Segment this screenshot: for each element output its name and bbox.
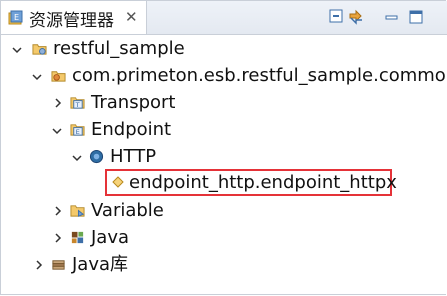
tree-item-transport[interactable]: T Transport (1, 90, 447, 116)
project-folder-icon (32, 44, 47, 55)
chevron-down-icon[interactable] (72, 153, 82, 163)
tree-item-label: Java (91, 227, 130, 248)
chevron-right-icon[interactable] (53, 206, 63, 216)
maximize-icon[interactable] (407, 8, 425, 26)
tab-explorer[interactable]: E 资源管理器 ✕ (1, 1, 147, 34)
chevron-right-icon[interactable] (53, 98, 63, 108)
http-icon (89, 149, 104, 164)
tree-item-label: Transport (91, 92, 176, 113)
java-package-icon (71, 231, 84, 244)
tree-item-endpoint[interactable]: E Endpoint (1, 117, 447, 143)
close-icon[interactable]: ✕ (125, 8, 138, 26)
chevron-down-icon[interactable] (32, 72, 42, 82)
chevron-right-icon[interactable] (53, 233, 63, 243)
explorer-view: E 资源管理器 ✕ restful_sample com.primeton.es… (0, 0, 447, 295)
collapse-all-icon[interactable] (328, 8, 346, 26)
tree-item-label: Endpoint (91, 119, 172, 140)
minimize-icon[interactable] (383, 8, 401, 26)
variable-folder-icon (70, 205, 85, 217)
tree-item-label: restful_sample (53, 38, 185, 59)
tab-title: 资源管理器 (29, 11, 114, 31)
tree-item-label: com.primeton.esb.restful_sample.common (72, 65, 447, 86)
explorer-icon: E (8, 10, 23, 25)
svg-text:E: E (14, 13, 19, 22)
chevron-down-icon[interactable] (12, 45, 22, 55)
chevron-right-icon[interactable] (34, 260, 44, 270)
endpoint-icon: E (70, 124, 85, 136)
tree-item-variable[interactable]: Variable (1, 198, 447, 224)
java-library-icon (52, 260, 65, 270)
tree-item-java[interactable]: Java (1, 225, 447, 251)
svg-text:E: E (76, 128, 80, 136)
tree-item-restful-sample[interactable]: restful_sample (1, 36, 447, 62)
tree-item-label: Java库 (72, 254, 129, 275)
endpoint-file-icon (112, 176, 124, 188)
tree-item-http[interactable]: HTTP (1, 144, 447, 170)
package-folder-icon (51, 71, 66, 82)
tree-item-label: HTTP (110, 146, 157, 167)
link-with-editor-icon[interactable] (347, 8, 365, 26)
transport-icon: T (70, 97, 85, 109)
tree-item-endpoint-http-file[interactable]: endpoint_http.endpoint_httpx (105, 170, 397, 196)
tree-item-package[interactable]: com.primeton.esb.restful_sample.common (1, 63, 447, 89)
view-tab-bar: E 资源管理器 ✕ (1, 1, 447, 35)
chevron-down-icon[interactable] (52, 126, 62, 136)
tree-item-java-library[interactable]: Java库 (1, 252, 447, 278)
tree-item-label: Variable (91, 200, 164, 221)
tree-item-label: endpoint_http.endpoint_httpx (129, 172, 397, 193)
